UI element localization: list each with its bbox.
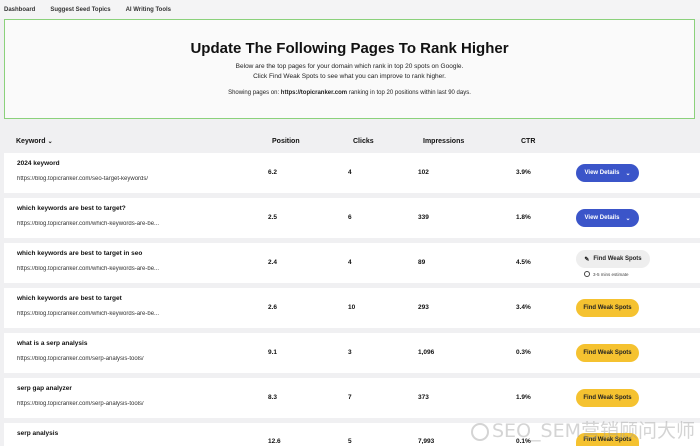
- impressions-cell: 339: [418, 214, 429, 221]
- keyword-cell: what is a serp analysis: [17, 340, 88, 347]
- ctr-cell: 1.8%: [516, 214, 531, 221]
- table-row: serp gap analyzer https://blog.topicrank…: [4, 378, 700, 418]
- position-cell: 12.6: [268, 438, 281, 445]
- clicks-column-header: Clicks: [353, 138, 374, 145]
- position-cell: 2.5: [268, 214, 278, 221]
- url-link[interactable]: https://blog.topicranker.com/serp-analys…: [17, 401, 189, 407]
- keyword-cell: which keywords are best to target?: [17, 205, 126, 212]
- clicks-cell: 5: [348, 438, 352, 445]
- table-row: serp analysis 12.6 5 7,993 0.1% Find Wea…: [4, 423, 700, 446]
- hero-line-2: Click Find Weak Spots to see what you ca…: [253, 72, 446, 80]
- clicks-cell: 4: [348, 169, 352, 176]
- nav-suggest-seed-topics[interactable]: Suggest Seed Topics: [50, 7, 110, 13]
- impressions-cell: 7,993: [418, 438, 435, 445]
- ctr-cell: 3.4%: [516, 304, 531, 311]
- find-weak-spots-button[interactable]: Find Weak Spots: [576, 389, 639, 407]
- impressions-column-header: Impressions: [423, 138, 465, 145]
- table-row: what is a serp analysis https://blog.top…: [4, 333, 700, 373]
- estimate-label: 3-5 mins estimate: [593, 271, 629, 277]
- find-weak-spots-button[interactable]: Find Weak Spots: [576, 299, 639, 317]
- keyword-cell: serp gap analyzer: [17, 385, 72, 392]
- chevron-down-icon: ⌄: [47, 139, 53, 145]
- time-estimate: 3-5 mins estimate: [584, 271, 629, 277]
- position-cell: 2.4: [268, 259, 278, 266]
- ctr-column-header: CTR: [521, 138, 536, 145]
- view-details-button[interactable]: View Details ⌄: [576, 209, 639, 227]
- view-details-button[interactable]: View Details ⌄: [576, 164, 639, 182]
- hero-panel: Update The Following Pages To Rank Highe…: [4, 19, 695, 119]
- url-link[interactable]: https://blog.topicranker.com/which-keywo…: [17, 266, 189, 272]
- keyword-column-header[interactable]: Keyword ⌄: [16, 138, 53, 145]
- impressions-cell: 373: [418, 394, 429, 401]
- url-link[interactable]: https://blog.topicranker.com/which-keywo…: [17, 311, 189, 317]
- url-link[interactable]: https://blog.topicranker.com/seo-target-…: [17, 176, 189, 182]
- nav-ai-writing-tools[interactable]: AI Writing Tools: [126, 7, 171, 13]
- keyword-cell: which keywords are best to target in seo: [17, 250, 143, 257]
- chevron-down-icon: ⌄: [625, 170, 631, 177]
- filter-summary: Showing pages on: https://topicranker.co…: [5, 90, 694, 96]
- filter-prefix: Showing pages on:: [228, 90, 280, 96]
- table-header: Keyword ⌄ Position Clicks Impressions CTR: [4, 132, 700, 152]
- filter-domain: https://topicranker.com: [280, 90, 348, 96]
- table-row: which keywords are best to target? https…: [4, 198, 700, 238]
- position-column-header: Position: [272, 138, 300, 145]
- url-link[interactable]: https://blog.topicranker.com/which-keywo…: [17, 221, 189, 227]
- position-cell: 2.6: [268, 304, 278, 311]
- impressions-cell: 1,096: [418, 349, 435, 356]
- keyword-cell: serp analysis: [17, 430, 59, 437]
- pencil-icon: ✎: [584, 256, 590, 263]
- table-row: which keywords are best to target https:…: [4, 288, 700, 328]
- impressions-cell: 89: [418, 259, 426, 266]
- table-row: which keywords are best to target in seo…: [4, 243, 700, 283]
- clicks-cell: 3: [348, 349, 352, 356]
- keyword-cell: 2024 keyword: [17, 160, 60, 167]
- nav-dashboard[interactable]: Dashboard: [4, 7, 35, 13]
- position-cell: 6.2: [268, 169, 278, 176]
- clicks-cell: 7: [348, 394, 352, 401]
- position-cell: 8.3: [268, 394, 278, 401]
- url-link[interactable]: https://blog.topicranker.com/serp-analys…: [17, 356, 189, 362]
- find-weak-spots-button-pending[interactable]: ✎ Find Weak Spots: [576, 250, 650, 268]
- impressions-cell: 102: [418, 169, 429, 176]
- clicks-cell: 4: [348, 259, 352, 266]
- view-details-label: View Details: [584, 170, 620, 176]
- top-nav: Dashboard Suggest Seed Topics AI Writing…: [0, 0, 700, 19]
- table-row: 2024 keyword https://blog.topicranker.co…: [4, 153, 700, 193]
- find-weak-spots-button[interactable]: Find Weak Spots: [576, 344, 639, 362]
- find-weak-spots-button[interactable]: Find Weak Spots: [576, 433, 639, 446]
- chevron-down-icon: ⌄: [625, 215, 631, 222]
- view-details-label: View Details: [584, 215, 620, 221]
- keyword-cell: which keywords are best to target: [17, 295, 122, 302]
- clock-icon: [584, 271, 590, 277]
- ctr-cell: 3.9%: [516, 169, 531, 176]
- hero-line-1: Below are the top pages for your domain …: [235, 63, 464, 70]
- filter-suffix: ranking in top 20 positions within last …: [348, 90, 471, 96]
- clicks-cell: 6: [348, 214, 352, 221]
- hero-description: Below are the top pages for your domain …: [5, 62, 694, 81]
- ctr-cell: 0.3%: [516, 349, 531, 356]
- keyword-header-label: Keyword: [16, 138, 46, 145]
- clicks-cell: 10: [348, 304, 356, 311]
- impressions-cell: 293: [418, 304, 429, 311]
- ctr-cell: 0.1%: [516, 438, 531, 445]
- position-cell: 9.1: [268, 349, 278, 356]
- find-weak-spots-label: Find Weak Spots: [593, 256, 642, 262]
- ctr-cell: 1.9%: [516, 394, 531, 401]
- ctr-cell: 4.5%: [516, 259, 531, 266]
- page-title: Update The Following Pages To Rank Highe…: [190, 40, 509, 57]
